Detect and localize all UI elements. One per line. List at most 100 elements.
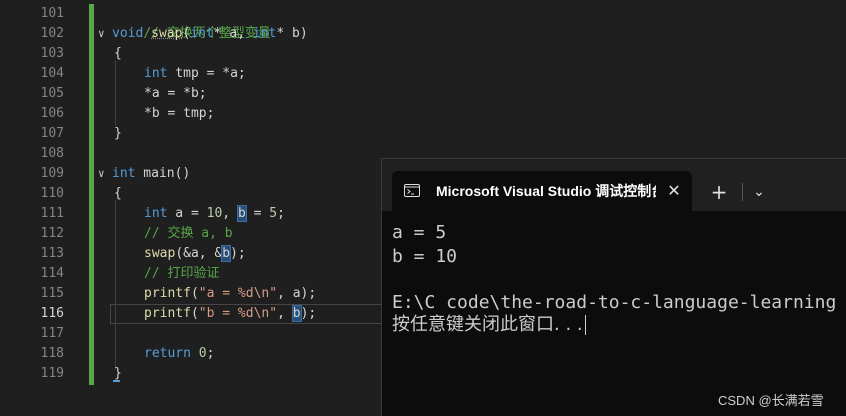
code-text: , — [277, 306, 293, 321]
code-text: , — [222, 206, 238, 221]
text-cursor — [584, 315, 586, 335]
code-function: swap — [144, 246, 176, 261]
code-line-118[interactable]: return 0; — [144, 344, 214, 364]
code-text: ( — [190, 306, 199, 321]
code-line-102[interactable]: void swap(int* a, int* b) — [112, 24, 308, 44]
debug-console-window[interactable]: Microsoft Visual Studio 调试控制台 ✕ + ⌄ a = … — [381, 158, 846, 416]
code-line-103[interactable]: { — [114, 44, 122, 64]
line-number: 110 — [40, 186, 64, 201]
line-number: 101 — [40, 6, 64, 21]
code-text: , a); — [277, 286, 317, 301]
close-icon[interactable]: ✕ — [662, 179, 686, 203]
line-number: 111 — [40, 206, 64, 221]
code-text: a = — [167, 206, 207, 221]
code-text: } — [114, 366, 122, 381]
line-number: 109 — [40, 166, 64, 181]
code-keyword: int — [144, 206, 168, 221]
code-line-105[interactable]: *a = *b; — [144, 84, 207, 104]
console-output-line: b = 10 — [392, 246, 458, 267]
code-line-113[interactable]: swap(&a, &b); — [144, 244, 246, 264]
console-output-line: a = 5 — [392, 222, 447, 243]
highlighted-reference: b — [291, 305, 302, 322]
code-function: swap — [151, 26, 183, 41]
code-text: { — [114, 186, 122, 201]
code-number: 0 — [198, 346, 207, 361]
line-number: 118 — [40, 346, 64, 361]
code-keyword: void — [112, 26, 144, 41]
line-number: 108 — [40, 146, 64, 161]
code-comment: // 交换 a, b — [144, 226, 233, 241]
code-line-115[interactable]: printf("a = %d\n", a); — [144, 284, 316, 304]
code-line-112[interactable]: // 交换 a, b — [144, 224, 233, 244]
code-line-110[interactable]: { — [114, 184, 122, 204]
code-text: } — [114, 126, 122, 141]
code-text: * a, — [213, 26, 253, 41]
line-number: 112 — [40, 226, 64, 241]
code-line-104[interactable]: int tmp = *a; — [144, 64, 246, 84]
console-output-line: E:\C code\the-road-to-c-language-learnin… — [392, 292, 837, 313]
code-line-101[interactable]: // 交换两个整型变量 — [112, 4, 270, 41]
code-text: ; — [206, 346, 215, 361]
code-text: ( — [190, 286, 199, 301]
code-string: "b = %d\n" — [198, 306, 278, 321]
watermark: CSDN @长满若雪 — [718, 393, 824, 408]
code-text: (&a, & — [175, 246, 223, 261]
line-number: 114 — [40, 266, 64, 281]
line-number: 103 — [40, 46, 64, 61]
console-prompt-line: 按任意键关闭此窗口. . . — [392, 313, 586, 337]
line-number: 107 — [40, 126, 64, 141]
code-text: { — [114, 46, 122, 61]
line-number: 117 — [40, 326, 64, 341]
code-keyword: int — [144, 66, 168, 81]
code-number: 5 — [269, 206, 278, 221]
code-number: 10 — [206, 206, 223, 221]
code-line-116[interactable]: printf("b = %d\n", b); — [144, 304, 316, 324]
code-text: *b = tmp; — [144, 106, 215, 121]
terminal-icon — [404, 184, 420, 197]
code-function: printf — [144, 286, 191, 301]
line-number: 115 — [40, 286, 64, 301]
code-line-111[interactable]: int a = 10, b = 5; — [144, 204, 285, 224]
code-line-106[interactable]: *b = tmp; — [144, 104, 214, 124]
code-text: ); — [230, 246, 246, 261]
code-line-109[interactable]: int main() — [112, 164, 190, 184]
code-line-107[interactable]: } — [114, 124, 122, 144]
line-number: 106 — [40, 106, 64, 121]
highlighted-reference: b — [221, 245, 232, 262]
code-keyword: int — [112, 166, 136, 181]
console-prompt-text: 按任意键关闭此窗口. . . — [392, 314, 583, 335]
chevron-down-icon[interactable]: ⌄ — [746, 179, 772, 205]
code-text: tmp = *a; — [167, 66, 246, 81]
code-text: ; — [277, 206, 285, 221]
brace-match-marker — [113, 380, 120, 382]
line-number: 104 — [40, 66, 64, 81]
console-tab-strip: Microsoft Visual Studio 调试控制台 ✕ + ⌄ — [382, 159, 846, 211]
code-text: = — [245, 206, 270, 221]
line-number: 119 — [40, 366, 64, 381]
line-number: 113 — [40, 246, 64, 261]
console-tab[interactable]: Microsoft Visual Studio 调试控制台 ✕ — [392, 171, 692, 211]
new-tab-button[interactable]: + — [706, 179, 732, 205]
line-number: 102 — [40, 26, 64, 41]
fold-chevron-icon[interactable]: ∨ — [98, 164, 110, 184]
code-text: *a = *b; — [144, 86, 207, 101]
code-text: main() — [135, 166, 191, 181]
code-text: * b) — [276, 26, 308, 41]
tab-divider — [742, 183, 743, 201]
fold-chevron-icon[interactable]: ∨ — [98, 24, 110, 44]
highlighted-reference: b — [236, 205, 247, 222]
code-function: printf — [144, 306, 191, 321]
line-number: 105 — [40, 86, 64, 101]
code-comment: // 打印验证 — [144, 266, 220, 281]
indent-guide — [115, 60, 116, 126]
code-keyword: int — [252, 26, 277, 41]
indent-guide — [115, 200, 116, 370]
change-indicator-bar — [89, 4, 94, 385]
code-keyword: int — [190, 26, 214, 41]
code-line-114[interactable]: // 打印验证 — [144, 264, 219, 284]
code-keyword: return — [144, 346, 191, 361]
line-number-active: 116 — [40, 306, 64, 321]
console-tab-title: Microsoft Visual Studio 调试控制台 — [436, 183, 656, 199]
code-string: "a = %d\n" — [198, 286, 278, 301]
